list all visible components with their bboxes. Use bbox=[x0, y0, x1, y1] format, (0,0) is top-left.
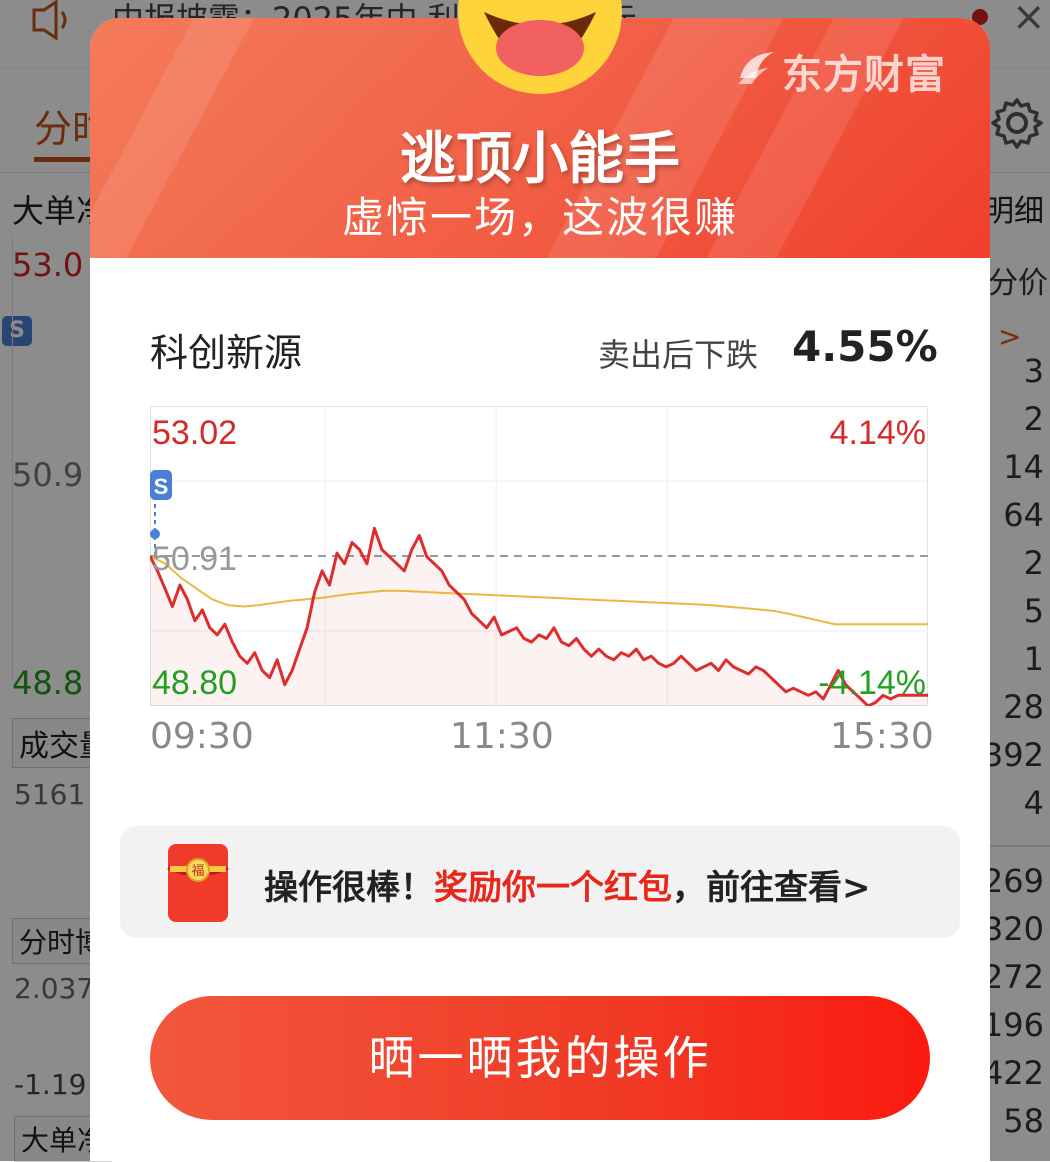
y-high-label: 53.02 bbox=[152, 414, 237, 452]
x-tick-label: 09:30 bbox=[150, 716, 254, 757]
achievement-modal: 东方财富 逃顶小能手 虚惊一场，这波很赚 科创新源 卖出后下跌 4.55% S … bbox=[90, 18, 990, 1161]
modal-subtitle: 虚惊一场，这波很赚 bbox=[341, 193, 738, 242]
red-envelope-icon: 福 bbox=[167, 844, 229, 922]
sell-marker-dot bbox=[150, 529, 160, 539]
modal-title: 逃顶小能手 bbox=[400, 127, 680, 192]
laughing-emoji-icon bbox=[458, 0, 622, 94]
brand-logo-icon bbox=[738, 52, 774, 84]
share-operation-button[interactable]: 晒一晒我的操作 bbox=[150, 996, 930, 1120]
drop-label: 卖出后下跌 bbox=[598, 336, 759, 374]
svg-text:福: 福 bbox=[191, 864, 204, 879]
reward-suffix: ，前往查看> bbox=[672, 868, 871, 908]
x-tick-label: 15:30 bbox=[830, 716, 934, 757]
drop-value: 4.55% bbox=[792, 322, 938, 371]
x-tick-label: 11:30 bbox=[450, 716, 554, 757]
y-low-label: 48.80 bbox=[152, 664, 237, 702]
reward-prefix: 操作很棒！ bbox=[264, 868, 434, 908]
reward-text[interactable]: 操作很棒！奖励你一个红包，前往查看> bbox=[264, 860, 871, 909]
y-mid-label: 50.91 bbox=[152, 540, 237, 578]
pct-low-label: -4.14% bbox=[818, 664, 926, 702]
reward-banner[interactable]: 福 操作很棒！奖励你一个红包，前往查看> bbox=[120, 826, 960, 938]
stock-name: 科创新源 bbox=[150, 331, 303, 375]
sell-marker-label: S bbox=[154, 474, 169, 499]
reward-highlight: 奖励你一个红包 bbox=[434, 868, 672, 908]
pct-high-label: 4.14% bbox=[830, 414, 926, 452]
brand-name: 东方财富 bbox=[782, 52, 946, 98]
intraday-price-chart: S 53.02 50.91 48.80 4.14% -4.14% bbox=[150, 406, 928, 706]
